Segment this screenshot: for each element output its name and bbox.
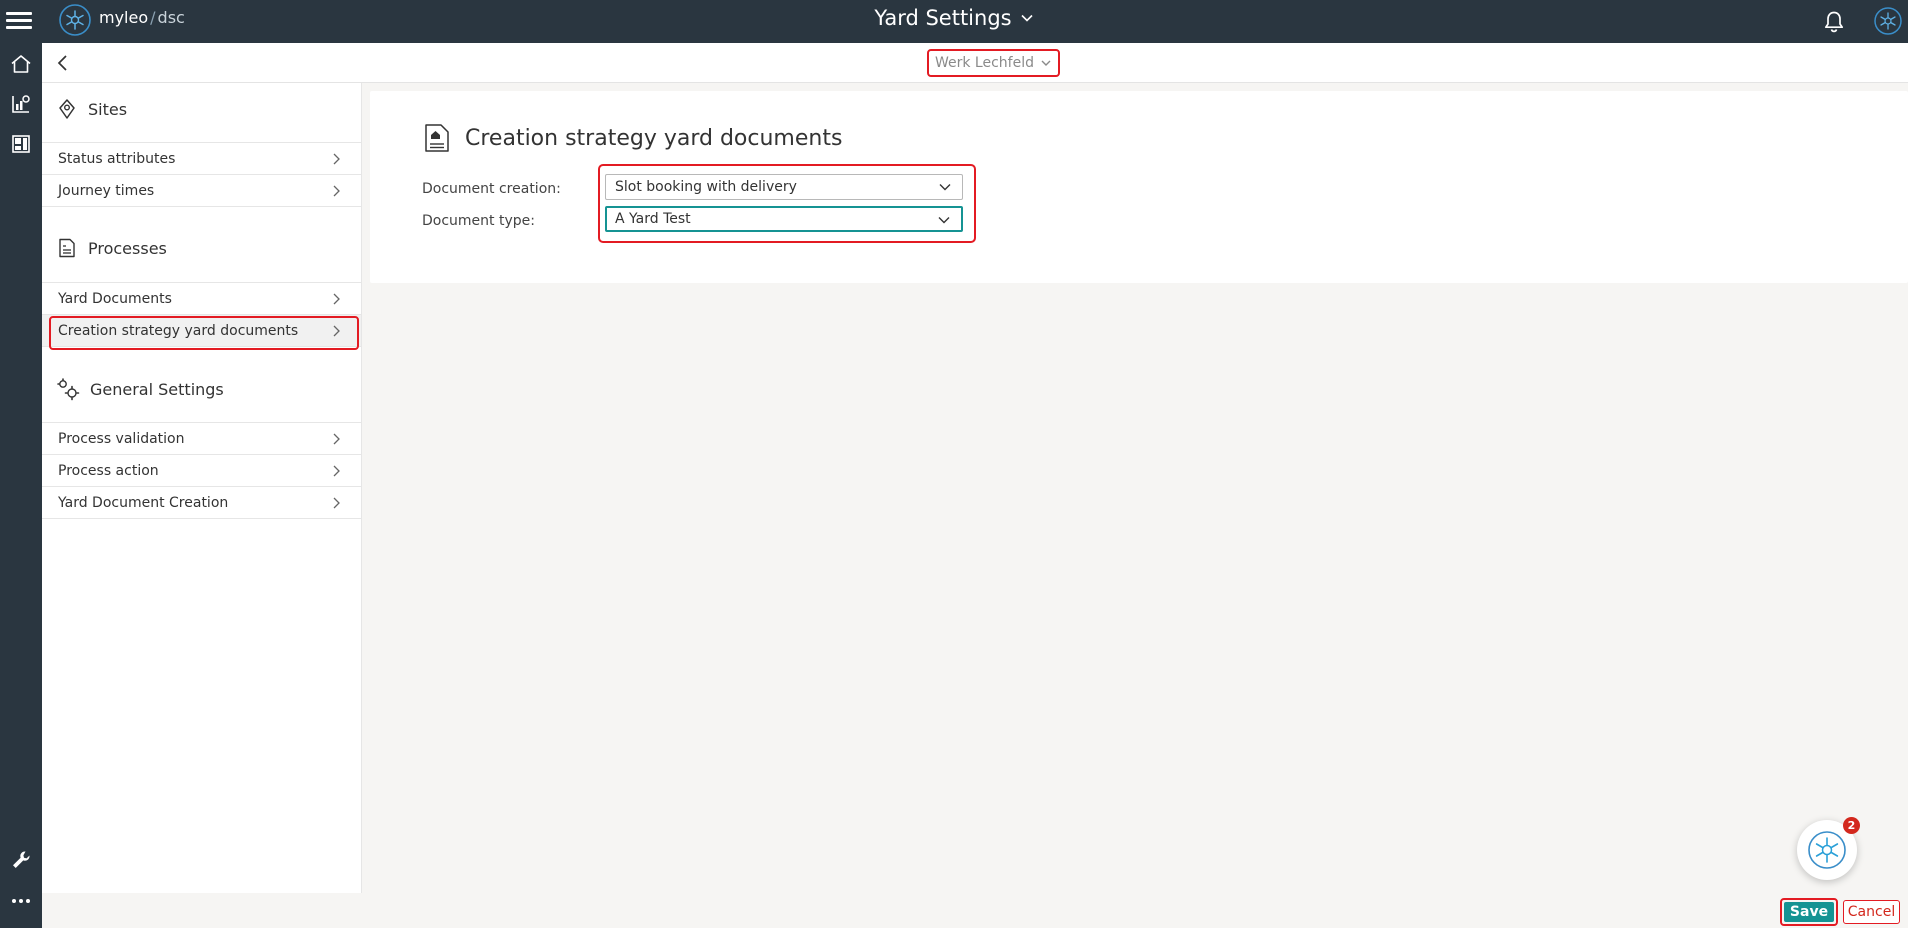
document-creation-select[interactable]: Slot booking with delivery (605, 174, 963, 200)
chevron-right-icon (333, 185, 340, 197)
section-title: Sites (88, 99, 128, 119)
sidebar-item-process-action[interactable]: Process action (42, 454, 361, 487)
sidebar-item-label: Journey times (58, 182, 155, 199)
settings-sidebar: Sites Status attributes Journey times Pr… (42, 83, 362, 893)
brand-name[interactable]: myleo / dsc (99, 8, 185, 27)
home-icon[interactable] (8, 51, 34, 77)
map-pin-icon (59, 99, 75, 119)
card-title: Creation strategy yard documents (423, 123, 842, 153)
save-button-label: Save (1784, 902, 1834, 922)
chevron-right-icon (333, 293, 340, 305)
settings-card: Creation strategy yard documents Documen… (370, 91, 1908, 283)
chevron-right-icon (333, 153, 340, 165)
bell-icon[interactable] (1821, 9, 1847, 35)
chevron-right-icon (333, 497, 340, 509)
yard-document-icon (425, 124, 449, 152)
sidebar-item-yard-documents[interactable]: Yard Documents (42, 282, 361, 315)
document-list-icon (59, 238, 75, 258)
top-header: myleo / dsc Yard Settings (0, 0, 1908, 43)
page-title-wrapper: Yard Settings (0, 6, 1908, 30)
sidebar-item-creation-strategy[interactable]: Creation strategy yard documents (42, 314, 361, 350)
wrench-icon[interactable] (8, 847, 34, 873)
document-creation-label: Document creation: (422, 181, 561, 197)
page-heading: Creation strategy yard documents (465, 125, 843, 151)
sidebar-item-yard-document-creation[interactable]: Yard Document Creation (42, 486, 361, 519)
brand-suffix: dsc (157, 8, 185, 27)
sidebar-item-label: Creation strategy yard documents (58, 322, 299, 339)
page-title-dropdown[interactable]: Yard Settings (874, 6, 1033, 30)
left-rail (0, 43, 42, 928)
sidebar-item-label: Process action (58, 463, 159, 479)
sidebar-item-status-attributes[interactable]: Status attributes (42, 142, 361, 175)
save-button[interactable]: Save (1780, 898, 1838, 926)
sidebar-item-label: Process validation (58, 431, 185, 447)
document-type-value: A Yard Test (615, 211, 691, 227)
analytics-icon[interactable] (8, 91, 34, 117)
site-select-value: Werk Lechfeld (934, 55, 1034, 71)
chevron-right-icon (333, 325, 340, 337)
logo-icon[interactable] (58, 3, 92, 37)
section-title: Processes (88, 238, 167, 258)
chevron-down-icon (1041, 60, 1051, 66)
site-select[interactable]: Werk Lechfeld (927, 49, 1060, 77)
brand-main: myleo (99, 8, 149, 27)
sidebar-item-process-validation[interactable]: Process validation (42, 422, 361, 455)
dashboard-icon[interactable] (8, 131, 34, 157)
document-creation-value: Slot booking with delivery (615, 179, 797, 195)
page-title: Yard Settings (874, 6, 1012, 30)
section-processes: Processes (56, 237, 167, 259)
document-type-label: Document type: (422, 213, 535, 229)
sidebar-item-label: Yard Documents (58, 291, 172, 307)
notification-badge: 2 (1843, 817, 1860, 834)
chevron-down-icon (939, 184, 951, 191)
chevron-down-icon (1021, 14, 1033, 22)
gears-icon (57, 378, 80, 401)
section-sites: Sites (56, 98, 127, 120)
cancel-button[interactable]: Cancel (1843, 900, 1900, 924)
user-avatar-icon[interactable] (1873, 6, 1903, 36)
assistant-icon (1808, 831, 1846, 869)
sidebar-item-label: Yard Document Creation (58, 494, 229, 511)
sidebar-item-label: Status attributes (58, 151, 176, 167)
back-arrow-icon[interactable] (52, 52, 74, 74)
section-title: General Settings (90, 379, 224, 399)
document-type-select[interactable]: A Yard Test (605, 206, 963, 232)
sub-header: Werk Lechfeld (42, 43, 1908, 83)
chevron-down-icon (938, 217, 950, 224)
section-general-settings: General Settings (56, 377, 224, 401)
more-icon[interactable] (8, 888, 34, 914)
chevron-right-icon (333, 465, 340, 477)
hamburger-menu-icon[interactable] (6, 8, 32, 34)
chevron-right-icon (333, 433, 340, 445)
sidebar-item-journey-times[interactable]: Journey times (42, 174, 361, 207)
brand-separator: / (150, 8, 156, 27)
